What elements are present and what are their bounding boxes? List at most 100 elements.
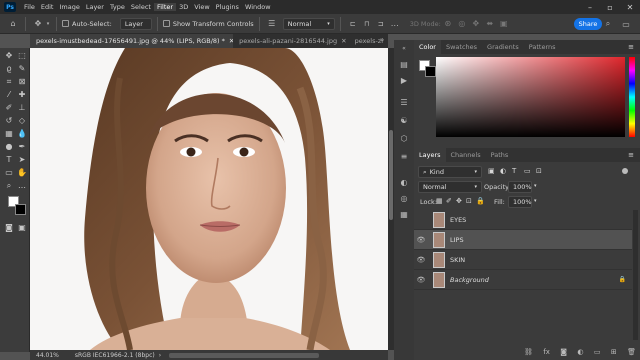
document-canvas[interactable] [30, 48, 388, 350]
layer-name[interactable]: Background [450, 276, 489, 284]
eye-icon[interactable]: 👁 [414, 276, 428, 284]
panel-menu-icon[interactable]: ≡ [628, 151, 634, 159]
adjustment-layer-icon[interactable]: ◐ [577, 348, 583, 358]
filter-pixel-icon[interactable]: ▣ [488, 167, 495, 175]
layer-row-eyes[interactable]: EYES [414, 210, 632, 230]
home-icon[interactable]: ⌂ [6, 17, 20, 31]
fill-input[interactable]: 100% [508, 196, 532, 208]
group-icon[interactable]: ▭ [594, 348, 601, 358]
document-tab-active[interactable]: pexels-imustbedead-17656491.jpg @ 44% (L… [30, 34, 234, 48]
horizontal-scrollbar[interactable] [169, 352, 320, 358]
lock-paint-icon[interactable]: ✐ [446, 197, 452, 205]
menu-filter[interactable]: Filter [153, 3, 177, 11]
tab-gradients[interactable]: Gradients [482, 40, 524, 54]
scroll-thumb[interactable] [389, 130, 393, 220]
blend-dropdown[interactable]: Normal ▾ [282, 17, 335, 30]
background-color-swatch[interactable] [425, 66, 436, 77]
filter-adjustment-icon[interactable]: ◐ [500, 167, 506, 175]
menu-view[interactable]: View [191, 3, 212, 11]
filter-smart-icon[interactable]: ⊡ [536, 167, 542, 175]
delete-layer-icon[interactable]: 🗑 [627, 348, 636, 358]
align-center-icon[interactable]: ⊓ [360, 17, 374, 31]
eye-icon[interactable]: 👁 [414, 236, 428, 244]
autoselect-dropdown[interactable]: Layer [119, 17, 152, 30]
path-select-icon[interactable]: ➤ [16, 154, 28, 165]
link-layers-icon[interactable]: ⛓ [524, 348, 533, 358]
3d-orbit-icon[interactable]: ⊛ [441, 17, 455, 31]
blur-tool-icon[interactable]: 💧 [16, 128, 28, 139]
history-icon[interactable]: ▤ [398, 58, 410, 70]
eyedropper-icon[interactable]: ⁄ [3, 89, 15, 100]
layer-row-skin[interactable]: 👁 SKIN [414, 250, 632, 270]
frame-tool-icon[interactable]: ⊠ [16, 76, 28, 87]
more-tools-icon[interactable]: … [16, 180, 28, 191]
dodge-tool-icon[interactable]: ● [3, 141, 15, 152]
lock-position-icon[interactable]: ✥ [456, 197, 462, 205]
tab-patterns[interactable]: Patterns [524, 40, 561, 54]
move-tool-icon[interactable]: ✥ [3, 50, 15, 61]
align-icon[interactable]: ☰ [265, 17, 279, 31]
layers-scrollbar[interactable] [633, 210, 638, 340]
screen-mode-icon[interactable]: ▣ [16, 222, 28, 233]
background-color-swatch[interactable] [15, 204, 26, 215]
layer-row-background[interactable]: 👁 Background 🔒 [414, 270, 632, 290]
more-icon[interactable]: … [388, 17, 402, 31]
3d-camera-icon[interactable]: ▣ [497, 17, 511, 31]
filter-toggle[interactable] [622, 168, 628, 174]
layer-name[interactable]: LIPS [450, 236, 464, 244]
libraries-icon[interactable]: ▦ [398, 208, 410, 220]
quick-select-icon[interactable]: ✎ [16, 63, 28, 74]
marquee-tool-icon[interactable]: ⬚ [16, 50, 28, 61]
menu-window[interactable]: Window [242, 3, 274, 11]
menu-image[interactable]: Image [56, 3, 82, 11]
chevron-right-icon[interactable]: › [159, 352, 161, 359]
layer-style-icon[interactable]: fx [543, 348, 550, 358]
chevron-down-icon[interactable]: ▾ [45, 17, 51, 31]
move-tool-icon[interactable]: ✥ [31, 17, 45, 31]
chevron-down-icon[interactable]: ▾ [534, 198, 537, 204]
collapse-icon[interactable]: « [398, 42, 410, 54]
blend-mode-dropdown[interactable]: Normal ▾ [418, 181, 482, 193]
maximize-icon[interactable]: ▫ [600, 0, 620, 14]
align-left-icon[interactable]: ⊏ [346, 17, 360, 31]
tab-paths[interactable]: Paths [486, 148, 514, 162]
workspace-icon[interactable]: ▭ [619, 17, 633, 31]
color-field[interactable] [436, 57, 625, 137]
rectangle-tool-icon[interactable]: ▭ [3, 167, 15, 178]
type-tool-icon[interactable]: T [3, 154, 15, 165]
filter-shape-icon[interactable]: ▭ [524, 167, 531, 175]
layer-mask-icon[interactable]: ◙ [560, 348, 567, 358]
menu-3d[interactable]: 3D [176, 3, 191, 11]
3d-icon[interactable]: ⬡ [398, 132, 410, 144]
channels-icon[interactable]: ◐ [398, 176, 410, 188]
menu-plugins[interactable]: Plugins [213, 3, 242, 11]
brush-settings-icon[interactable]: ☰ [398, 96, 410, 108]
3d-pan-icon[interactable]: ✥ [469, 17, 483, 31]
pen-tool-icon[interactable]: ✒ [16, 141, 28, 152]
layer-name[interactable]: SKIN [450, 256, 465, 264]
search-icon[interactable]: ⌕ [601, 17, 615, 31]
tab-channels[interactable]: Channels [446, 148, 486, 162]
menu-edit[interactable]: Edit [38, 3, 57, 11]
3d-roll-icon[interactable]: ◎ [455, 17, 469, 31]
tab-layers[interactable]: Layers [414, 148, 446, 162]
hand-tool-icon[interactable]: ✋ [16, 167, 28, 178]
clone-stamp-icon[interactable]: ⊥ [16, 102, 28, 113]
play-actions-icon[interactable]: ▶ [398, 74, 410, 86]
layer-row-lips[interactable]: 👁 LIPS [414, 230, 632, 250]
properties-icon[interactable]: ≡ [398, 150, 410, 162]
layer-name[interactable]: EYES [450, 216, 466, 224]
menu-type[interactable]: Type [107, 3, 128, 11]
lock-artboard-icon[interactable]: ⊡ [466, 197, 472, 205]
eye-icon[interactable]: 👁 [414, 256, 428, 264]
history-brush-icon[interactable]: ↺ [3, 115, 15, 126]
crop-tool-icon[interactable]: ⌗ [3, 76, 15, 87]
adjustments-icon[interactable]: ☯ [398, 114, 410, 126]
tab-swatches[interactable]: Swatches [441, 40, 482, 54]
menu-file[interactable]: File [21, 3, 38, 11]
3d-slide-icon[interactable]: ⬌ [483, 17, 497, 31]
new-layer-icon[interactable]: ⊞ [611, 348, 617, 358]
eraser-tool-icon[interactable]: ◇ [16, 115, 28, 126]
close-icon[interactable]: ✕ [620, 0, 640, 14]
healing-brush-icon[interactable]: ✚ [16, 89, 28, 100]
